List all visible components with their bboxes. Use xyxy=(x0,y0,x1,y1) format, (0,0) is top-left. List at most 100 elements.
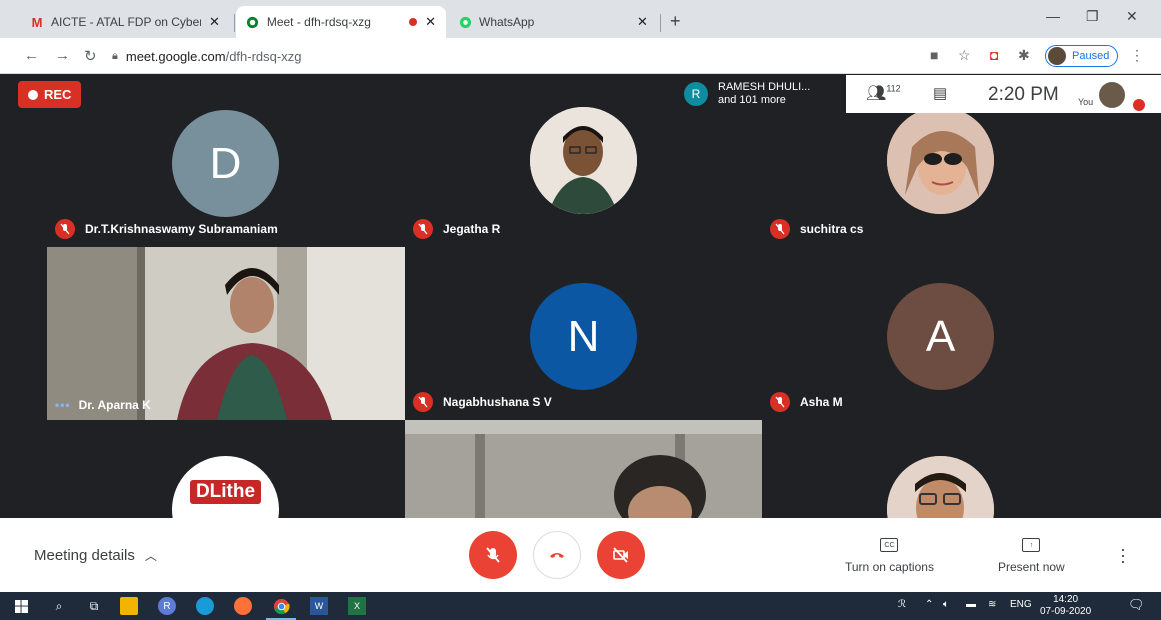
notification-center-icon[interactable]: 🗨︎ xyxy=(1128,597,1145,613)
present-screen-icon: ↑ xyxy=(1022,538,1041,552)
close-tab-icon[interactable]: ✕ xyxy=(637,14,648,30)
people-button[interactable]: 👥︎112 xyxy=(866,83,901,103)
more-options-icon[interactable]: · · · xyxy=(1120,540,1126,570)
r-app-icon[interactable]: R xyxy=(158,597,176,615)
forward-arrow-icon[interactable]: → xyxy=(55,47,70,64)
tab-title: AICTE - ATAL FDP on Cyber Secur xyxy=(51,15,201,29)
word-icon[interactable]: W xyxy=(310,597,328,615)
meeting-clock: 2:20 PM xyxy=(988,84,1059,105)
profile-status: Paused xyxy=(1072,50,1110,62)
mic-off-icon xyxy=(55,219,75,239)
tab-title: Meet - dfh-rdsq-xzg xyxy=(266,15,371,29)
participant-video-tile[interactable] xyxy=(405,420,762,518)
self-label: You xyxy=(1078,97,1094,107)
search-icon[interactable]: ⌕ xyxy=(50,597,68,615)
system-clock[interactable]: 14:20 07-09-2020 xyxy=(1040,594,1091,618)
close-tab-icon[interactable]: ✕ xyxy=(209,14,220,30)
task-view-icon[interactable]: ⧉ xyxy=(85,597,103,615)
bookmark-star-icon[interactable]: ☆ xyxy=(958,47,971,64)
speaking-indicator-icon: ••• xyxy=(55,398,71,412)
camera-toggle-button[interactable] xyxy=(597,531,645,579)
participant-name: Asha M xyxy=(800,395,843,409)
camera-off-icon xyxy=(613,547,628,563)
present-label: Present now xyxy=(998,560,1065,574)
url-input[interactable]: 🔒︎ meet.google.com/dfh-rdsq-xzg xyxy=(112,43,922,69)
participant-avatar: A xyxy=(887,283,994,390)
lock-icon: 🔒︎ xyxy=(112,49,118,62)
captions-button[interactable]: CC Turn on captions xyxy=(845,538,934,574)
participant-photo xyxy=(887,107,994,214)
restore-button[interactable]: ❐ xyxy=(1086,8,1099,25)
participant-nametag: Nagabhushana S V xyxy=(413,392,552,412)
participant-photo xyxy=(887,456,994,518)
participant-tile[interactable] xyxy=(762,420,1119,518)
people-tray-icon[interactable]: ℛ xyxy=(898,599,906,610)
camera-icon[interactable]: ■ xyxy=(930,47,938,63)
excel-icon[interactable]: X xyxy=(348,597,366,615)
chat-icon[interactable]: ▤ xyxy=(933,84,947,102)
tab-whatsapp[interactable]: WhatsApp ✕ xyxy=(448,6,658,38)
self-avatar[interactable] xyxy=(1099,82,1125,108)
system-date: 07-09-2020 xyxy=(1040,606,1092,617)
present-now-button[interactable]: ↑ Present now xyxy=(998,538,1065,574)
people-icon: 👥︎ xyxy=(866,85,887,102)
meeting-controls: Meeting details ︿ CC Turn on captions ↑ … xyxy=(0,518,1161,592)
participant-tile[interactable]: N Nagabhushana S V xyxy=(405,247,762,420)
participant-nametag: Asha M xyxy=(770,392,843,412)
firefox-icon[interactable] xyxy=(234,597,252,615)
tab-meet[interactable]: Meet - dfh-rdsq-xzg ✕ xyxy=(236,6,446,38)
language-indicator[interactable]: ENG xyxy=(1010,599,1032,610)
close-window-button[interactable]: ✕ xyxy=(1126,8,1138,25)
system-time: 14:20 xyxy=(1053,594,1079,605)
minimize-button[interactable]: — xyxy=(1046,8,1060,24)
participant-tile[interactable]: D Dr.T.Krishnaswamy Subramaniam xyxy=(47,75,405,247)
participant-photo xyxy=(530,107,637,214)
recording-label: REC xyxy=(44,87,72,102)
participant-tile[interactable]: DLithe xyxy=(47,420,405,518)
volume-icon[interactable]: 🔈︎ xyxy=(943,599,949,610)
participant-nametag: Dr.T.Krishnaswamy Subramaniam xyxy=(55,219,278,239)
presenter-name: RAMESH DHULI... xyxy=(718,81,811,93)
dlithe-logo: DLithe xyxy=(172,456,279,518)
participant-name: Jegatha R xyxy=(443,222,501,236)
meet-icon xyxy=(246,15,260,29)
battery-icon[interactable]: ▬ xyxy=(966,599,976,610)
participant-count: 112 xyxy=(886,83,901,94)
presenter-avatar: R xyxy=(684,82,708,106)
participant-tile[interactable]: A Asha M xyxy=(762,247,1119,420)
hang-up-icon xyxy=(550,553,564,558)
meeting-info-bar: R RAMESH DHULI... and 101 more 👥︎112 ▤ 2… xyxy=(676,75,1161,113)
new-tab-button[interactable]: + xyxy=(670,12,681,30)
tab-gmail[interactable]: M AICTE - ATAL FDP on Cyber Secur ✕ xyxy=(20,6,230,38)
microphone-toggle-button[interactable] xyxy=(469,531,517,579)
participant-name: Dr.T.Krishnaswamy Subramaniam xyxy=(85,222,278,236)
edge-icon[interactable] xyxy=(196,597,214,615)
participant-nametag: ••• Dr. Aparna K xyxy=(55,398,151,412)
presenter-subtitle: and 101 more xyxy=(718,94,786,106)
self-mic-off-icon xyxy=(1133,99,1145,111)
profile-button[interactable]: Paused xyxy=(1045,45,1119,67)
close-tab-icon[interactable]: ✕ xyxy=(425,14,436,30)
reload-icon[interactable]: ↻ xyxy=(84,47,97,65)
windows-start-icon[interactable] xyxy=(12,597,30,615)
profile-avatar xyxy=(1048,47,1066,65)
presenter-chip[interactable]: R RAMESH DHULI... and 101 more xyxy=(676,75,846,113)
participant-name: Dr. Aparna K xyxy=(78,398,151,412)
meet-grid: D Dr.T.Krishnaswamy Subramaniam Jegatha … xyxy=(0,75,1161,518)
url-path: /dfh-rdsq-xzg xyxy=(225,48,302,64)
show-hidden-icons-chevron-icon[interactable]: ⌃ xyxy=(925,599,933,610)
pocket-extension-icon[interactable]: ◘ xyxy=(990,47,998,63)
participant-video-tile[interactable]: ••• Dr. Aparna K xyxy=(47,247,405,420)
chrome-icon[interactable] xyxy=(272,597,290,615)
recording-indicator-icon xyxy=(409,18,418,26)
back-arrow-icon[interactable]: ← xyxy=(24,47,39,64)
tab-separator xyxy=(234,14,235,32)
wifi-icon[interactable]: ≋ xyxy=(988,599,996,610)
leave-call-button[interactable] xyxy=(533,531,581,579)
meeting-details-button[interactable]: Meeting details ︿ xyxy=(34,547,157,564)
extensions-puzzle-icon[interactable]: ✱ xyxy=(1018,47,1030,64)
file-explorer-icon[interactable] xyxy=(120,597,138,615)
browser-menu-icon[interactable]: ⋮ xyxy=(1130,47,1144,64)
participant-name: Nagabhushana S V xyxy=(443,395,552,409)
participant-video xyxy=(47,247,405,420)
